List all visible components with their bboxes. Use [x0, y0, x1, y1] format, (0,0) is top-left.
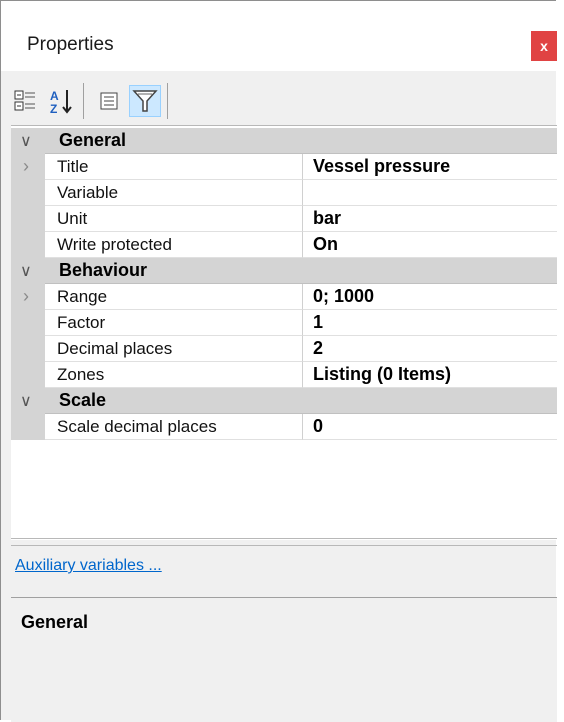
alphabetical-sort-button[interactable]: A Z [45, 85, 77, 117]
collapse-chevron-icon[interactable]: ∨ [20, 131, 32, 151]
property-value[interactable]: On [303, 232, 557, 258]
category-label: General [59, 130, 127, 150]
row-gutter [11, 310, 45, 336]
row-gutter: ∨ [11, 258, 45, 284]
row-gutter [11, 232, 45, 258]
property-value[interactable]: 0; 1000 [303, 284, 557, 310]
property-name: Write protected [45, 232, 303, 258]
row-gutter: › [11, 154, 45, 180]
property-row[interactable]: Zones Listing (0 Items) [11, 362, 557, 388]
property-value[interactable]: bar [303, 206, 557, 232]
collapse-chevron-icon[interactable]: ∨ [20, 391, 32, 411]
toolbar-separator [83, 83, 84, 119]
divider [11, 538, 557, 539]
row-gutter: ∨ [11, 128, 45, 154]
svg-text:A: A [50, 89, 59, 103]
row-gutter [11, 362, 45, 388]
property-name: Unit [45, 206, 303, 232]
property-name: Factor [45, 310, 303, 336]
filter-button[interactable] [129, 85, 161, 117]
property-name: Variable [45, 180, 303, 206]
collapse-chevron-icon[interactable]: ∨ [20, 261, 32, 281]
categorized-view-button[interactable] [9, 85, 41, 117]
description-panel: General [11, 597, 557, 722]
category-bar [45, 388, 557, 414]
property-value[interactable]: Listing (0 Items) [303, 362, 557, 388]
category-general[interactable]: ∨ General [11, 128, 557, 154]
toolbar-separator [167, 83, 168, 119]
description-title: General [21, 612, 89, 632]
property-value[interactable]: 1 [303, 310, 557, 336]
property-value[interactable]: 2 [303, 336, 557, 362]
property-name: Scale decimal places [45, 414, 303, 440]
category-label: Behaviour [59, 260, 148, 280]
category-label: Scale [59, 390, 107, 410]
row-gutter [11, 414, 45, 440]
property-name: Title [45, 154, 303, 180]
filter-icon [132, 90, 158, 112]
divider [11, 545, 557, 546]
property-value[interactable]: 0 [303, 414, 557, 440]
alphabetical-sort-icon: A Z [50, 89, 72, 116]
property-name: Decimal places [45, 336, 303, 362]
row-gutter [11, 336, 45, 362]
property-row[interactable]: Variable [11, 180, 557, 206]
auxiliary-variables-link[interactable]: Auxiliary variables ... [15, 557, 162, 575]
properties-window: Properties x A Z ∨ General › Title Vesse… [0, 0, 557, 722]
property-row[interactable]: Decimal places 2 [11, 336, 557, 362]
row-gutter: ∨ [11, 388, 45, 414]
property-row[interactable]: Scale decimal places 0 [11, 414, 557, 440]
category-scale[interactable]: ∨ Scale [11, 388, 557, 414]
title-bar: Properties x [1, 1, 557, 71]
row-gutter [11, 206, 45, 232]
svg-text:Z: Z [50, 102, 57, 116]
property-row[interactable]: Factor 1 [11, 310, 557, 336]
property-row[interactable]: Unit bar [11, 206, 557, 232]
property-grid: ∨ General › Title Vessel pressure Variab… [11, 125, 557, 540]
row-gutter: › [11, 284, 45, 310]
property-row[interactable]: Write protected On [11, 232, 557, 258]
category-behaviour[interactable]: ∨ Behaviour [11, 258, 557, 284]
property-value[interactable] [303, 180, 557, 206]
property-pages-icon [100, 92, 118, 110]
property-row[interactable]: › Range 0; 1000 [11, 284, 557, 310]
row-gutter [11, 180, 45, 206]
expand-chevron-icon[interactable]: › [23, 286, 29, 307]
property-row[interactable]: › Title Vessel pressure [11, 154, 557, 180]
categorized-view-icon [14, 90, 35, 111]
property-pages-button[interactable] [93, 85, 125, 117]
toolbar: A Z [1, 79, 556, 123]
property-value[interactable]: Vessel pressure [303, 154, 557, 180]
property-name: Zones [45, 362, 303, 388]
close-button[interactable]: x [531, 31, 557, 61]
window-title: Properties [27, 34, 114, 55]
expand-chevron-icon[interactable]: › [23, 156, 29, 177]
property-name: Range [45, 284, 303, 310]
